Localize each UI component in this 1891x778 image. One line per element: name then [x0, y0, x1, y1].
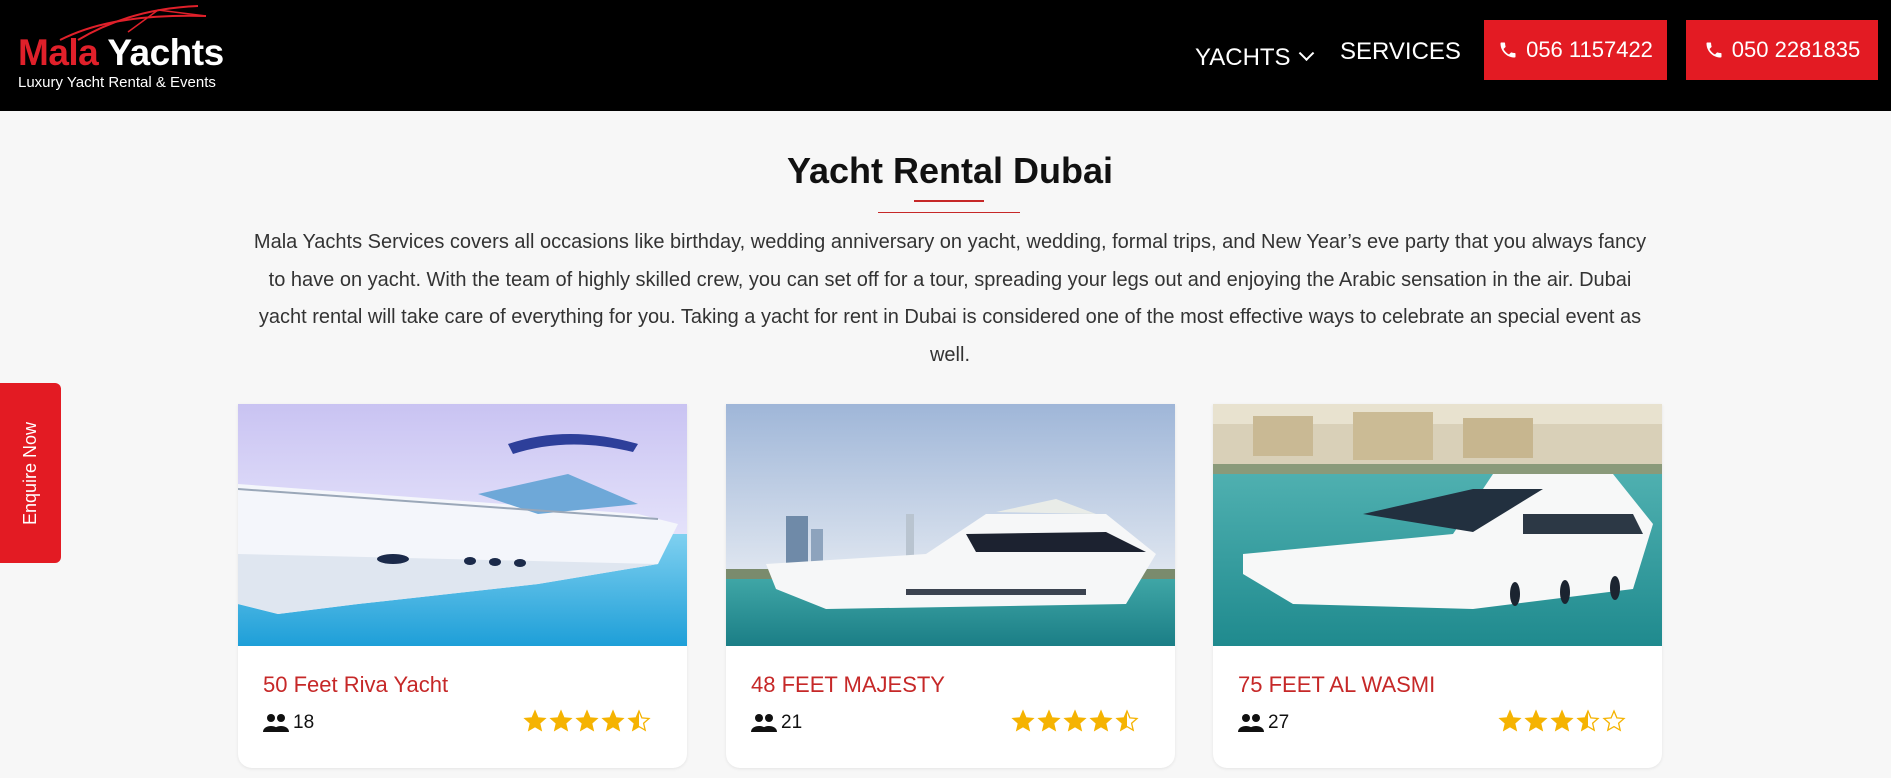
users-icon: [751, 714, 777, 732]
yacht-photo: [238, 404, 687, 646]
star-half-icon: [1115, 709, 1139, 732]
star-empty-icon: [1602, 709, 1626, 732]
star-half-icon: [627, 709, 651, 732]
star-half-icon: [1576, 709, 1600, 732]
yacht-name[interactable]: 48 FEET MAJESTY: [751, 672, 945, 698]
chevron-down-icon: [1298, 45, 1314, 62]
phone-number-1: 056 1157422: [1526, 37, 1653, 62]
nav-yachts-label: YACHTS: [1195, 43, 1291, 71]
yacht-name[interactable]: 75 FEET AL WASMI: [1238, 672, 1435, 698]
capacity-value: 18: [293, 712, 315, 733]
phone-icon: [1500, 42, 1516, 58]
nav-services-link[interactable]: SERVICES: [1340, 0, 1461, 107]
star-full-icon: [1498, 709, 1522, 732]
yacht-card[interactable]: 50 Feet Riva Yacht 18: [238, 404, 687, 768]
nav-yachts-dropdown[interactable]: YACHTS: [1195, 2, 1314, 113]
star-full-icon: [601, 709, 625, 732]
logo-title: Mala Yachts: [18, 32, 224, 74]
yacht-capacity: 18: [263, 712, 314, 734]
phone-icon: [1706, 42, 1722, 58]
yacht-capacity: 21: [751, 712, 802, 734]
yacht-photo: [726, 404, 1175, 646]
yacht-card[interactable]: 48 FEET MAJESTY 21: [726, 404, 1175, 768]
logo[interactable]: Mala Yachts Luxury Yacht Rental & Events: [18, 2, 233, 92]
star-full-icon: [1089, 709, 1113, 732]
intro-paragraph: Mala Yachts Services covers all occasion…: [253, 231, 1647, 366]
phone-button-1[interactable]: 056 1157422: [1484, 20, 1667, 80]
star-rating: [1011, 709, 1139, 733]
site-header: Mala Yachts Luxury Yacht Rental & Events…: [0, 0, 1891, 111]
star-rating: [523, 709, 651, 733]
enquire-now-tab[interactable]: Enquire Now: [0, 383, 61, 563]
star-full-icon: [1063, 709, 1087, 732]
logo-brand-mala: Mala: [18, 32, 99, 73]
title-divider: [878, 212, 1020, 213]
title-divider-accent: [914, 200, 984, 202]
star-full-icon: [1011, 709, 1035, 732]
yacht-name[interactable]: 50 Feet Riva Yacht: [263, 672, 448, 698]
star-full-icon: [549, 709, 573, 732]
star-full-icon: [523, 709, 547, 732]
logo-tagline: Luxury Yacht Rental & Events: [18, 74, 216, 91]
phone-button-2[interactable]: 050 2281835: [1686, 20, 1878, 80]
nav-services-label: SERVICES: [1340, 37, 1461, 65]
star-rating: [1498, 709, 1626, 733]
users-icon: [263, 714, 289, 732]
capacity-value: 27: [1268, 712, 1290, 733]
yacht-capacity: 27: [1238, 712, 1289, 734]
yacht-photo: [1213, 404, 1662, 646]
star-full-icon: [1550, 709, 1574, 732]
yacht-card[interactable]: 75 FEET AL WASMI 27: [1213, 404, 1662, 768]
star-full-icon: [1037, 709, 1061, 732]
capacity-value: 21: [781, 712, 803, 733]
logo-brand-yachts: Yachts: [107, 32, 224, 73]
enquire-now-label: Enquire Now: [20, 421, 40, 525]
page-title: Yacht Rental Dubai: [786, 150, 1114, 191]
star-full-icon: [575, 709, 599, 732]
users-icon: [1238, 714, 1264, 732]
star-full-icon: [1524, 709, 1548, 732]
phone-number-2: 050 2281835: [1731, 37, 1861, 62]
